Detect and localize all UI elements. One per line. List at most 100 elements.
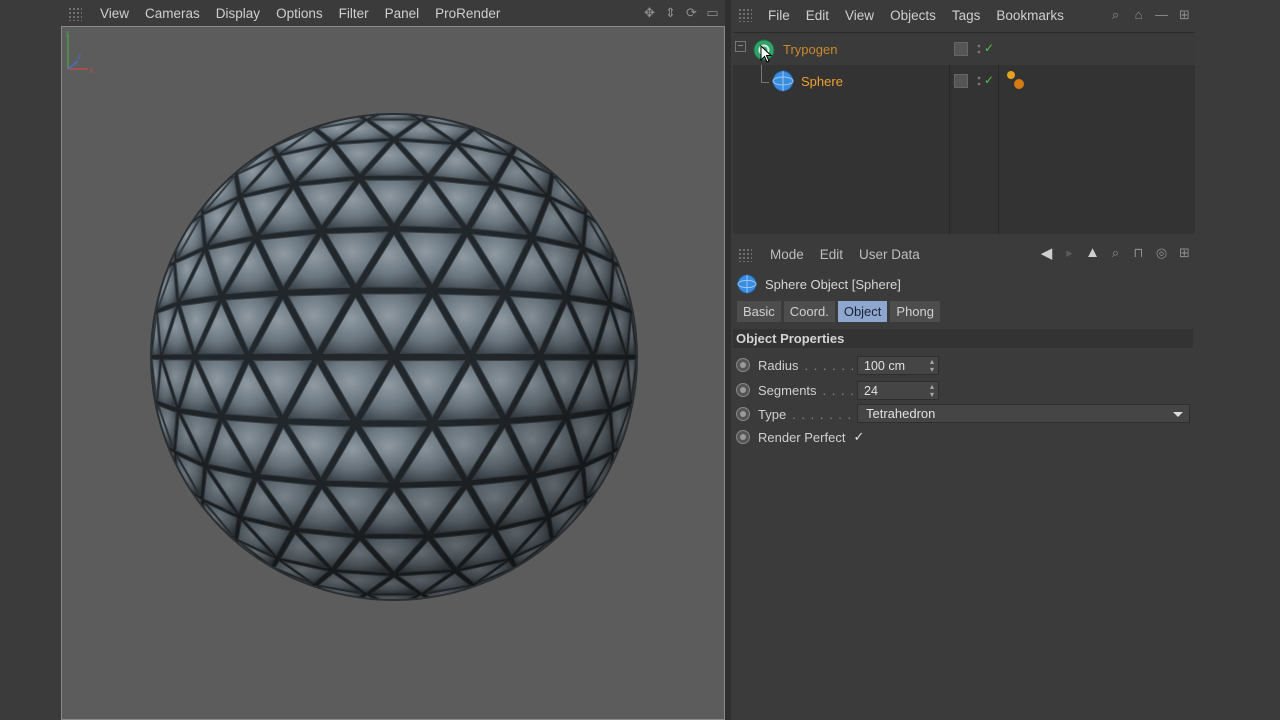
toggle-view-icon[interactable]: ▭: [704, 4, 721, 21]
object-list: − Trypogen ✓ Sphere ✓: [733, 32, 1195, 235]
render-perfect-checkbox[interactable]: ✓: [853, 429, 864, 445]
sphere-facet: [642, 190, 683, 225]
sphere-facet: [202, 115, 245, 142]
om-menu-file[interactable]: File: [760, 8, 798, 23]
lock-icon[interactable]: ⊓: [1130, 244, 1147, 261]
sphere-facet: [62, 613, 98, 648]
menu-view[interactable]: View: [92, 6, 137, 21]
sphere-facet: [642, 106, 683, 141]
am-menu-mode[interactable]: Mode: [762, 247, 812, 262]
sphere-facet: [62, 106, 98, 141]
object-name-trypogen[interactable]: Trypogen: [783, 42, 837, 57]
property-segments: Segments . . . .: [736, 380, 855, 400]
type-dropdown[interactable]: Tetrahedron: [857, 404, 1190, 423]
object-manager-grip-icon[interactable]: [738, 8, 752, 22]
sphere-facet: [642, 235, 683, 270]
section-header[interactable]: Object Properties: [733, 329, 1193, 348]
forward-arrow-icon[interactable]: ▸: [1061, 244, 1078, 261]
sphere-facet: [81, 148, 122, 183]
enabled-check-icon[interactable]: ✓: [984, 41, 994, 55]
sphere-facet: [152, 276, 158, 313]
radius-value: 100 cm: [864, 358, 905, 373]
tab-phong[interactable]: Phong: [890, 301, 940, 322]
menu-filter[interactable]: Filter: [331, 6, 377, 21]
sphere-facet: [81, 233, 122, 269]
radius-field[interactable]: 100 cm ▴ ▾: [857, 356, 939, 375]
viewport-grip-icon[interactable]: [68, 6, 82, 21]
dolly-view-icon[interactable]: ⇕: [662, 4, 679, 21]
tab-coord[interactable]: Coord.: [783, 301, 835, 322]
segments-field[interactable]: 24 ▴ ▾: [857, 381, 939, 400]
menu-cameras[interactable]: Cameras: [137, 6, 208, 21]
object-name-sphere[interactable]: Sphere: [801, 74, 843, 89]
target-icon[interactable]: ◎: [1153, 244, 1170, 261]
phong-tag-icon[interactable]: [1003, 67, 1029, 93]
type-label: Type: [758, 406, 787, 422]
home-icon[interactable]: ⌂: [1130, 6, 1147, 23]
sphere-facet: [642, 404, 683, 440]
sphere-facet: [471, 615, 512, 651]
menu-display[interactable]: Display: [208, 6, 268, 21]
menu-panel[interactable]: Panel: [377, 6, 428, 21]
sphere-facet: [642, 613, 683, 648]
sphere-facet: [715, 108, 725, 144]
sphere-facet: [495, 613, 536, 648]
layer-flag-icon[interactable]: [954, 42, 968, 56]
object-row-sphere[interactable]: Sphere ✓: [733, 65, 1195, 97]
sphere-facet: [666, 570, 707, 606]
new-panel-icon[interactable]: ⊞: [1176, 6, 1193, 23]
chevron-down-icon: [1173, 412, 1183, 417]
visibility-dots-icon[interactable]: [976, 75, 982, 87]
search-icon[interactable]: ⌕: [1107, 6, 1124, 23]
object-manager-tools: ⌕ ⌂ — ⊞: [1107, 6, 1193, 23]
menu-options[interactable]: Options: [268, 6, 331, 21]
enabled-check-icon[interactable]: ✓: [984, 73, 994, 87]
rotate-view-icon[interactable]: ⟳: [683, 4, 700, 21]
sphere-facet: [494, 115, 537, 142]
search-icon[interactable]: ⌕: [1107, 244, 1124, 261]
panel-divider[interactable]: [725, 0, 731, 720]
animate-radio-icon[interactable]: [736, 383, 750, 397]
layer-flag-icon[interactable]: [954, 74, 968, 88]
om-menu-objects[interactable]: Objects: [882, 8, 944, 23]
up-arrow-icon[interactable]: ▲: [1084, 244, 1101, 261]
sphere-facet: [519, 569, 562, 599]
am-menu-edit[interactable]: Edit: [812, 247, 851, 262]
segments-label-dots: . . . .: [822, 382, 855, 398]
visibility-dots-icon[interactable]: [976, 43, 982, 55]
sphere-facet: [374, 615, 415, 651]
sphere-facet: [81, 615, 122, 651]
tab-basic[interactable]: Basic: [737, 301, 781, 322]
new-panel-icon[interactable]: ⊞: [1176, 244, 1193, 261]
mouse-cursor-icon: [760, 45, 773, 63]
object-row-trypogen[interactable]: − Trypogen ✓: [733, 33, 1195, 65]
collapse-toggle-icon[interactable]: −: [735, 41, 746, 52]
sphere-facet: [715, 570, 725, 606]
back-arrow-icon[interactable]: ◀: [1038, 244, 1055, 262]
render-perfect-label: Render Perfect: [758, 429, 846, 445]
segments-stepper-icon[interactable]: ▴ ▾: [930, 383, 934, 399]
sphere-facet: [690, 235, 725, 270]
3d-viewport[interactable]: y x z: [61, 26, 725, 720]
om-menu-edit[interactable]: Edit: [798, 8, 837, 23]
attribute-tabs: Basic Coord. Object Phong: [737, 301, 940, 322]
minimize-icon[interactable]: —: [1153, 6, 1170, 23]
am-menu-user-data[interactable]: User Data: [851, 247, 928, 262]
animate-radio-icon[interactable]: [736, 358, 750, 372]
radius-stepper-icon[interactable]: ▴ ▾: [930, 358, 934, 374]
om-menu-view[interactable]: View: [837, 8, 882, 23]
animate-radio-icon[interactable]: [736, 407, 750, 421]
sphere-facet: [105, 444, 146, 480]
animate-radio-icon[interactable]: [736, 430, 750, 444]
attribute-manager-grip-icon[interactable]: [738, 247, 752, 262]
om-menu-tags[interactable]: Tags: [944, 8, 989, 23]
sphere-facet: [105, 150, 146, 186]
menu-prorender[interactable]: ProRender: [427, 6, 508, 21]
sphere-facet: [152, 192, 172, 229]
sphere-facet: [152, 529, 172, 567]
sphere-facet: [568, 147, 610, 185]
tab-object[interactable]: Object: [837, 301, 888, 322]
sphere-facet: [715, 402, 725, 437]
om-menu-bookmarks[interactable]: Bookmarks: [988, 8, 1072, 23]
move-view-icon[interactable]: ✥: [641, 4, 658, 21]
